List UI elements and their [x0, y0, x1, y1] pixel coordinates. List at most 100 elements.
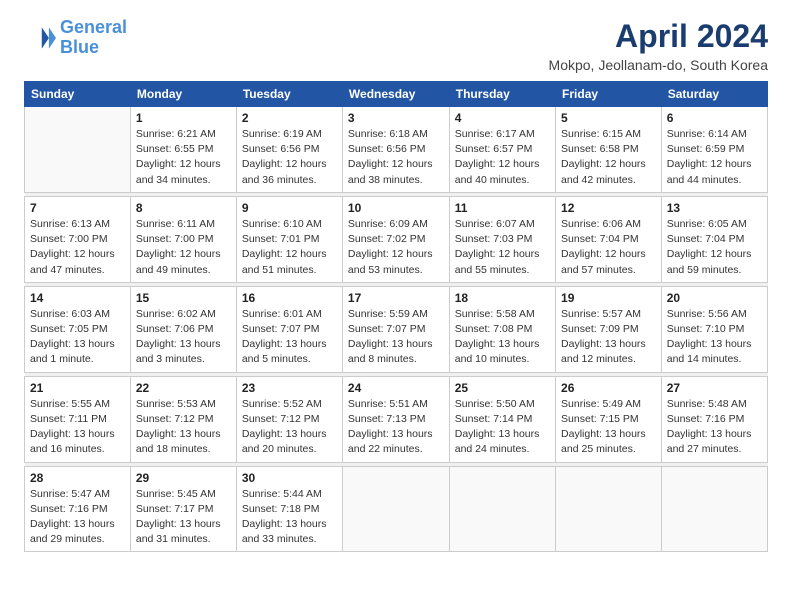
weekday-header-wednesday: Wednesday [342, 82, 449, 107]
day-cell: 2Sunrise: 6:19 AMSunset: 6:56 PMDaylight… [236, 107, 342, 193]
day-info: Sunrise: 6:11 AMSunset: 7:00 PMDaylight:… [136, 217, 231, 278]
day-cell: 6 Sunrise: 6:14 AMSunset: 6:59 PMDaylight… [661, 107, 767, 193]
day-number: 22 [136, 381, 231, 395]
day-cell: 8 Sunrise: 6:11 AMSunset: 7:00 PMDaylight… [130, 196, 236, 282]
weekday-header-friday: Friday [556, 82, 662, 107]
day-info: Sunrise: 5:45 AMSunset: 7:17 PMDaylight:… [136, 487, 231, 548]
day-info: Sunrise: 6:10 AMSunset: 7:01 PMDaylight:… [242, 217, 337, 278]
day-number: 21 [30, 381, 125, 395]
day-info: Sunrise: 5:53 AMSunset: 7:12 PMDaylight:… [136, 397, 231, 458]
day-cell: 4 Sunrise: 6:17 AMSunset: 6:57 PMDaylight… [449, 107, 555, 193]
weekday-header-row: SundayMondayTuesdayWednesdayThursdayFrid… [25, 82, 768, 107]
day-number: 17 [348, 291, 444, 305]
day-info: Sunrise: 5:47 AMSunset: 7:16 PMDaylight:… [30, 487, 125, 548]
calendar: SundayMondayTuesdayWednesdayThursdayFrid… [24, 81, 768, 552]
day-cell: 3Sunrise: 6:18 AMSunset: 6:56 PMDaylight… [342, 107, 449, 193]
day-cell: 15 Sunrise: 6:02 AMSunset: 7:06 PMDayligh… [130, 286, 236, 372]
day-cell: 20 Sunrise: 5:56 AMSunset: 7:10 PMDayligh… [661, 286, 767, 372]
day-cell: 26 Sunrise: 5:49 AMSunset: 7:15 PMDayligh… [556, 376, 662, 462]
day-number: 13 [667, 201, 762, 215]
day-info: Sunrise: 5:52 AMSunset: 7:12 PMDaylight:… [242, 397, 337, 458]
day-number: 10 [348, 201, 444, 215]
day-number: 2 [242, 111, 337, 125]
day-info: Sunrise: 5:56 AMSunset: 7:10 PMDaylight:… [667, 307, 762, 368]
day-cell: 7 Sunrise: 6:13 AMSunset: 7:00 PMDaylight… [25, 196, 131, 282]
day-number: 19 [561, 291, 656, 305]
day-info: Sunrise: 6:02 AMSunset: 7:06 PMDaylight:… [136, 307, 231, 368]
weekday-header-tuesday: Tuesday [236, 82, 342, 107]
day-cell: 19 Sunrise: 5:57 AMSunset: 7:09 PMDayligh… [556, 286, 662, 372]
day-number: 18 [455, 291, 550, 305]
day-number: 20 [667, 291, 762, 305]
day-cell [342, 466, 449, 552]
day-cell: 12 Sunrise: 6:06 AMSunset: 7:04 PMDayligh… [556, 196, 662, 282]
day-cell: 14Sunrise: 6:03 AMSunset: 7:05 PMDayligh… [25, 286, 131, 372]
day-info: Sunrise: 5:49 AMSunset: 7:15 PMDaylight:… [561, 397, 656, 458]
day-cell: 27 Sunrise: 5:48 AMSunset: 7:16 PMDayligh… [661, 376, 767, 462]
day-number: 15 [136, 291, 231, 305]
weekday-header-saturday: Saturday [661, 82, 767, 107]
weekday-header-sunday: Sunday [25, 82, 131, 107]
week-row-2: 7 Sunrise: 6:13 AMSunset: 7:00 PMDaylight… [25, 196, 768, 282]
day-number: 6 [667, 111, 762, 125]
day-number: 3 [348, 111, 444, 125]
page-container: General Blue April 2024 Mokpo, Jeollanam… [0, 0, 792, 564]
day-cell: 29 Sunrise: 5:45 AMSunset: 7:17 PMDayligh… [130, 466, 236, 552]
day-number: 29 [136, 471, 231, 485]
day-cell [25, 107, 131, 193]
day-cell: 23 Sunrise: 5:52 AMSunset: 7:12 PMDayligh… [236, 376, 342, 462]
day-cell [449, 466, 555, 552]
day-info: Sunrise: 6:07 AMSunset: 7:03 PMDaylight:… [455, 217, 550, 278]
day-cell: 21Sunrise: 5:55 AMSunset: 7:11 PMDayligh… [25, 376, 131, 462]
day-number: 26 [561, 381, 656, 395]
day-info: Sunrise: 5:44 AMSunset: 7:18 PMDaylight:… [242, 487, 337, 548]
day-number: 5 [561, 111, 656, 125]
day-number: 23 [242, 381, 337, 395]
logo: General Blue [24, 18, 127, 58]
day-info: Sunrise: 5:58 AMSunset: 7:08 PMDaylight:… [455, 307, 550, 368]
day-info: Sunrise: 5:57 AMSunset: 7:09 PMDaylight:… [561, 307, 656, 368]
day-number: 25 [455, 381, 550, 395]
day-cell: 9Sunrise: 6:10 AMSunset: 7:01 PMDaylight… [236, 196, 342, 282]
day-info: Sunrise: 6:14 AMSunset: 6:59 PMDaylight:… [667, 127, 762, 188]
day-info: Sunrise: 6:21 AMSunset: 6:55 PMDaylight:… [136, 127, 231, 188]
day-number: 4 [455, 111, 550, 125]
day-cell [556, 466, 662, 552]
month-title: April 2024 [549, 18, 768, 55]
day-cell: 22 Sunrise: 5:53 AMSunset: 7:12 PMDayligh… [130, 376, 236, 462]
day-cell: 25 Sunrise: 5:50 AMSunset: 7:14 PMDayligh… [449, 376, 555, 462]
day-info: Sunrise: 6:09 AMSunset: 7:02 PMDaylight:… [348, 217, 444, 278]
day-number: 28 [30, 471, 125, 485]
day-cell: 10 Sunrise: 6:09 AMSunset: 7:02 PMDayligh… [342, 196, 449, 282]
day-info: Sunrise: 5:50 AMSunset: 7:14 PMDaylight:… [455, 397, 550, 458]
day-info: Sunrise: 6:13 AMSunset: 7:00 PMDaylight:… [30, 217, 125, 278]
day-cell: 11 Sunrise: 6:07 AMSunset: 7:03 PMDayligh… [449, 196, 555, 282]
logo-icon [24, 22, 56, 54]
day-number: 24 [348, 381, 444, 395]
day-number: 8 [136, 201, 231, 215]
location: Mokpo, Jeollanam-do, South Korea [549, 57, 768, 73]
week-row-1: 1 Sunrise: 6:21 AMSunset: 6:55 PMDaylight… [25, 107, 768, 193]
day-cell: 17Sunrise: 5:59 AMSunset: 7:07 PMDayligh… [342, 286, 449, 372]
logo-text: General Blue [60, 18, 127, 58]
title-block: April 2024 Mokpo, Jeollanam-do, South Ko… [549, 18, 768, 73]
day-info: Sunrise: 6:06 AMSunset: 7:04 PMDaylight:… [561, 217, 656, 278]
day-cell [661, 466, 767, 552]
day-number: 7 [30, 201, 125, 215]
day-number: 1 [136, 111, 231, 125]
day-cell: 18 Sunrise: 5:58 AMSunset: 7:08 PMDayligh… [449, 286, 555, 372]
day-cell: 28 Sunrise: 5:47 AMSunset: 7:16 PMDayligh… [25, 466, 131, 552]
day-info: Sunrise: 6:05 AMSunset: 7:04 PMDaylight:… [667, 217, 762, 278]
day-number: 11 [455, 201, 550, 215]
week-row-3: 14Sunrise: 6:03 AMSunset: 7:05 PMDayligh… [25, 286, 768, 372]
day-number: 12 [561, 201, 656, 215]
day-info: Sunrise: 5:51 AMSunset: 7:13 PMDaylight:… [348, 397, 444, 458]
day-number: 27 [667, 381, 762, 395]
day-info: Sunrise: 6:03 AMSunset: 7:05 PMDaylight:… [30, 307, 125, 368]
day-info: Sunrise: 5:48 AMSunset: 7:16 PMDaylight:… [667, 397, 762, 458]
day-info: Sunrise: 6:17 AMSunset: 6:57 PMDaylight:… [455, 127, 550, 188]
day-info: Sunrise: 6:01 AMSunset: 7:07 PMDaylight:… [242, 307, 337, 368]
day-number: 16 [242, 291, 337, 305]
header: General Blue April 2024 Mokpo, Jeollanam… [24, 18, 768, 73]
day-number: 30 [242, 471, 337, 485]
